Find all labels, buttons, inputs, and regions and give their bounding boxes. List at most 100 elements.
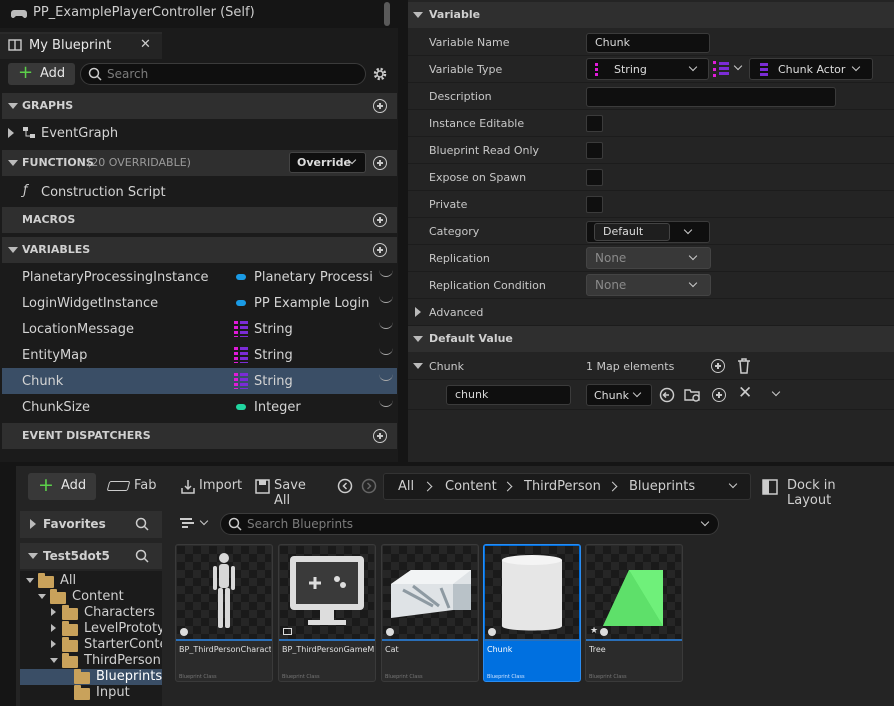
variable-row[interactable]: LoginWidgetInstance PP Example Login W [2,290,397,316]
graphs-section-header[interactable]: GRAPHS [2,93,397,119]
asset-tile[interactable]: Cat Blueprint Class [381,544,479,682]
chevron-down-icon[interactable] [728,479,738,489]
asset-search-input[interactable]: Search Blueprints [220,513,719,535]
project-header[interactable]: Test5dot5 [20,543,162,569]
variable-row[interactable]: ChunkSize Integer [2,394,397,420]
history-back-icon[interactable] [337,478,353,494]
variable-section-header[interactable]: Variable [408,2,894,28]
graph-item-eventgraph[interactable]: EventGraph [2,120,397,146]
search-icon[interactable] [135,517,149,531]
visibility-eye-icon[interactable] [379,374,393,381]
close-tab-icon[interactable]: ✕ [140,37,151,52]
folder-tree-item[interactable]: StarterContent [20,637,162,653]
browse-folder-icon[interactable] [684,387,702,403]
cb-add-button[interactable]: + Add [28,473,96,500]
path-breadcrumb[interactable]: All Content ThirdPerson Blueprints [383,473,751,500]
variable-type: String [254,348,293,363]
import-button[interactable]: Import [180,478,242,496]
asset-tile[interactable]: BP_ThirdPersonGameMode Blueprint Class [278,544,376,682]
event-dispatchers-section-header[interactable]: EVENT DISPATCHERS [2,423,397,449]
variable-row[interactable]: Chunk String [2,368,397,394]
function-item-construction-script[interactable]: ƒ Construction Script [2,179,397,205]
variable-row[interactable]: LocationMessage String [2,316,397,342]
key-type-dropdown[interactable]: String [586,58,709,80]
variables-section-header[interactable]: VARIABLES [2,237,397,263]
add-function-icon[interactable] [373,156,387,170]
visibility-eye-icon[interactable] [379,400,393,407]
folder-tree-item[interactable]: All [20,573,162,589]
container-type-dropdown[interactable] [711,59,746,79]
visibility-eye-icon[interactable] [379,296,393,303]
tab-my-blueprint[interactable]: My Blueprint ✕ [0,32,162,59]
asset-tile[interactable]: ★ Tree Blueprint Class [585,544,683,682]
asset-tile[interactable]: BP_ThirdPersonCharacter Blueprint Class [175,544,273,682]
add-button[interactable]: + Add [8,63,75,85]
default-value-section-header[interactable]: Default Value [408,326,894,352]
folder-tree-item[interactable]: ThirdPerson [20,653,162,669]
visibility-eye-icon[interactable] [379,348,393,355]
trash-icon[interactable] [737,358,751,374]
favorites-header[interactable]: Favorites [20,511,162,538]
asset-tile-selected[interactable]: Chunk Blueprint Class [483,544,581,682]
functions-overridable-note: (20 OVERRIDABLE) [87,156,191,169]
breadcrumb-content[interactable]: Content [445,479,497,494]
override-label: Override [297,156,351,169]
box-mesh-icon [391,570,471,618]
collapse-arrow-icon[interactable] [413,363,423,369]
value-type-dropdown[interactable]: Chunk Actor [749,58,873,80]
blueprint-read-only-checkbox[interactable] [586,142,603,159]
remove-element-icon[interactable]: ✕ [738,383,752,403]
dock-in-layout-button[interactable]: Dock in Layout [762,478,882,508]
visibility-eye-icon[interactable] [379,270,393,277]
private-checkbox[interactable] [586,196,603,213]
category-value[interactable]: Default [594,223,670,241]
folder-tree-item[interactable]: LevelPrototypi [20,621,162,637]
visibility-eye-icon[interactable] [379,322,393,329]
save-all-button[interactable]: Save All [255,478,325,508]
add-variable-icon[interactable] [373,243,387,257]
add-macro-icon[interactable] [373,213,387,227]
use-selected-asset-icon[interactable] [659,387,675,403]
blueprint-search-input[interactable]: Search [80,63,366,85]
scrollbar-thumb[interactable] [384,2,390,26]
folder-tree-item[interactable]: Input [20,685,162,701]
map-key-field[interactable]: chunk [446,385,571,405]
variable-row[interactable]: EntityMap String [2,342,397,368]
history-forward-icon[interactable] [361,478,377,494]
folder-tree: AllContentCharactersLevelPrototypiStarte… [20,571,162,706]
expose-on-spawn-checkbox[interactable] [586,169,603,186]
functions-section-header[interactable]: FUNCTIONS (20 OVERRIDABLE) Override [2,150,397,176]
search-icon[interactable] [135,549,149,563]
macros-section-header[interactable]: MACROS [2,207,397,233]
override-dropdown[interactable]: Override [289,152,366,173]
breadcrumb-thirdperson[interactable]: ThirdPerson [524,479,601,494]
more-options-chevron-icon[interactable] [771,387,781,397]
expand-arrow-icon [51,640,56,648]
folder-tree-item[interactable]: Content [20,589,162,605]
replication-dropdown[interactable]: None [586,247,711,269]
advanced-row[interactable]: Advanced [408,299,894,326]
add-event-dispatcher-icon[interactable] [373,429,387,443]
description-field[interactable] [586,87,836,107]
insert-element-icon[interactable] [712,388,726,402]
variable-name-field[interactable]: Chunk [586,33,710,53]
add-element-icon[interactable] [711,359,725,373]
fab-button[interactable]: Fab [106,478,158,496]
map-value-dropdown[interactable]: Chunk [586,384,652,406]
category-combo[interactable]: Default [586,221,710,243]
breadcrumb-blueprints[interactable]: Blueprints [629,479,695,494]
graphs-title: GRAPHS [22,99,74,112]
private-label: Private [429,198,468,211]
variable-row[interactable]: PlanetaryProcessingInstance Planetary Pro… [2,264,397,290]
asset-search-placeholder: Search Blueprints [247,517,354,531]
chevron-down-icon[interactable] [700,517,710,527]
replication-condition-dropdown[interactable]: None [586,274,711,296]
folder-tree-item[interactable]: Blueprints [20,669,162,685]
filter-button[interactable] [178,514,212,534]
folder-label: Blueprints [96,669,162,684]
settings-gear-icon[interactable] [372,66,388,82]
breadcrumb-all[interactable]: All [398,479,414,494]
add-graph-icon[interactable] [373,99,387,113]
instance-editable-checkbox[interactable] [586,115,603,132]
folder-tree-item[interactable]: Characters [20,605,162,621]
